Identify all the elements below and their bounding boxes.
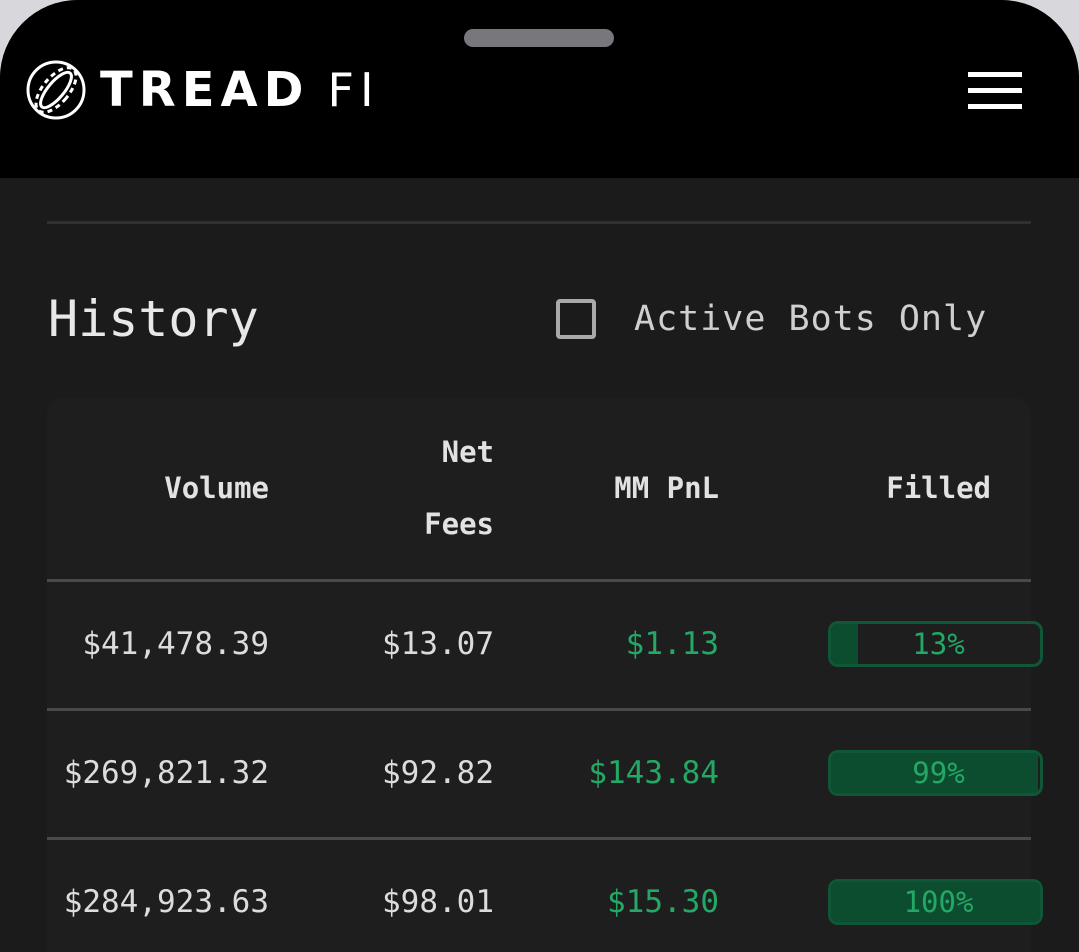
drag-handle [464, 29, 614, 47]
brand-suffix: FI [327, 63, 380, 117]
top-bar: TREAD FI [0, 0, 1079, 178]
app-screen: TREAD FI History Active Bots Only Volume… [0, 0, 1079, 952]
cell-mm-pnl: $1.13 [625, 626, 719, 662]
filled-progress-bar: 13% [828, 621, 1043, 667]
active-bots-checkbox[interactable] [556, 299, 596, 339]
filled-progress-label: 100% [903, 885, 974, 919]
column-header-net-fees-line1[interactable]: Net [47, 434, 494, 470]
brand-logo[interactable]: TREAD FI [24, 58, 380, 122]
active-bots-label: Active Bots Only [634, 299, 988, 339]
filled-progress-label: 99% [912, 756, 965, 790]
active-bots-only-toggle[interactable]: Active Bots Only [556, 294, 987, 344]
tread-fi-logo-icon [26, 60, 86, 120]
brand-name: TREAD [100, 62, 310, 118]
row-divider [47, 837, 1031, 840]
cell-mm-pnl: $143.84 [588, 755, 719, 791]
row-divider [47, 708, 1031, 711]
header-row-divider [47, 579, 1031, 582]
history-title: History [48, 290, 259, 348]
cell-mm-pnl: $15.30 [607, 884, 719, 920]
filled-progress-bar: 99% [828, 750, 1043, 796]
hamburger-menu-icon[interactable] [962, 66, 1026, 116]
history-table: Volume Net Fees MM PnL Filled $41,478.39… [47, 398, 1043, 952]
section-divider [47, 221, 1031, 224]
filled-progress-bar: 100% [828, 879, 1043, 925]
column-header-filled[interactable]: Filled [47, 470, 991, 506]
column-header-net-fees-line2[interactable]: Fees [47, 506, 494, 542]
filled-progress-label: 13% [912, 627, 965, 661]
